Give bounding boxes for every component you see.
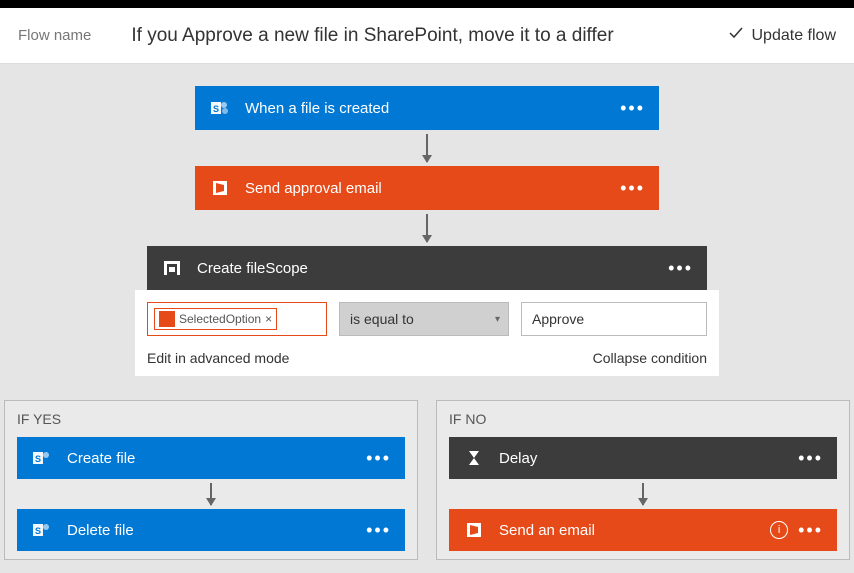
create-file-card[interactable]: S Create file ••• (17, 437, 405, 479)
sharepoint-icon: S (209, 97, 231, 119)
flow-canvas: S When a file is created ••• Send approv… (0, 64, 854, 560)
sharepoint-icon: S (31, 447, 53, 469)
approval-email-title: Send approval email (245, 180, 620, 197)
branch-yes-label: IF YES (17, 411, 405, 427)
more-icon[interactable]: ••• (366, 520, 391, 541)
connector-arrow (210, 483, 212, 505)
scope-title: Create fileScope (197, 260, 668, 277)
more-icon[interactable]: ••• (798, 520, 823, 541)
collapse-condition-link[interactable]: Collapse condition (593, 350, 707, 366)
svg-text:S: S (213, 104, 219, 114)
condition-row: SelectedOption × is equal to Approve (147, 302, 707, 336)
scope-icon (161, 257, 183, 279)
flow-title[interactable]: If you Approve a new file in SharePoint,… (131, 25, 727, 47)
office-icon (463, 519, 485, 541)
more-icon[interactable]: ••• (620, 98, 645, 119)
edit-advanced-link[interactable]: Edit in advanced mode (147, 350, 289, 366)
trigger-title: When a file is created (245, 100, 620, 117)
scope-card[interactable]: Create fileScope ••• (147, 246, 707, 290)
branch-yes: IF YES S Create file ••• S Delete file •… (4, 400, 418, 560)
condition-panel: SelectedOption × is equal to Approve Edi… (135, 290, 719, 376)
token-label: SelectedOption (179, 312, 261, 326)
delete-file-title: Delete file (67, 522, 366, 539)
operator-label: is equal to (350, 311, 414, 327)
connector-arrow (426, 214, 428, 242)
hourglass-icon (463, 447, 485, 469)
condition-left-operand[interactable]: SelectedOption × (147, 302, 327, 336)
check-icon (728, 25, 744, 46)
branch-no: IF NO Delay ••• Send an email i ••• (436, 400, 850, 560)
delay-title: Delay (499, 450, 798, 467)
create-file-title: Create file (67, 450, 366, 467)
token-remove-icon[interactable]: × (265, 312, 272, 326)
connector-arrow (642, 483, 644, 505)
info-icon[interactable]: i (770, 521, 788, 539)
send-email-title: Send an email (499, 522, 770, 539)
token-chip[interactable]: SelectedOption × (154, 308, 277, 330)
approval-email-card[interactable]: Send approval email ••• (195, 166, 659, 210)
branches-row: IF YES S Create file ••• S Delete file •… (0, 400, 854, 560)
more-icon[interactable]: ••• (366, 448, 391, 469)
condition-value-input[interactable]: Approve (521, 302, 707, 336)
office-icon (159, 311, 175, 327)
svg-text:S: S (35, 454, 41, 464)
svg-text:S: S (35, 526, 41, 536)
condition-links: Edit in advanced mode Collapse condition (147, 350, 707, 366)
connector-arrow (426, 134, 428, 162)
condition-value-text: Approve (532, 311, 584, 327)
update-flow-button[interactable]: Update flow (728, 25, 837, 46)
more-icon[interactable]: ••• (668, 258, 693, 279)
window-topbar (0, 0, 854, 8)
delete-file-card[interactable]: S Delete file ••• (17, 509, 405, 551)
more-icon[interactable]: ••• (620, 178, 645, 199)
update-flow-label: Update flow (752, 27, 837, 45)
header-bar: Flow name If you Approve a new file in S… (0, 8, 854, 64)
send-email-card[interactable]: Send an email i ••• (449, 509, 837, 551)
sharepoint-icon: S (31, 519, 53, 541)
condition-operator-select[interactable]: is equal to (339, 302, 509, 336)
office-icon (209, 177, 231, 199)
flow-name-label: Flow name (18, 27, 91, 44)
more-icon[interactable]: ••• (798, 448, 823, 469)
trigger-card[interactable]: S When a file is created ••• (195, 86, 659, 130)
branch-no-label: IF NO (449, 411, 837, 427)
delay-card[interactable]: Delay ••• (449, 437, 837, 479)
